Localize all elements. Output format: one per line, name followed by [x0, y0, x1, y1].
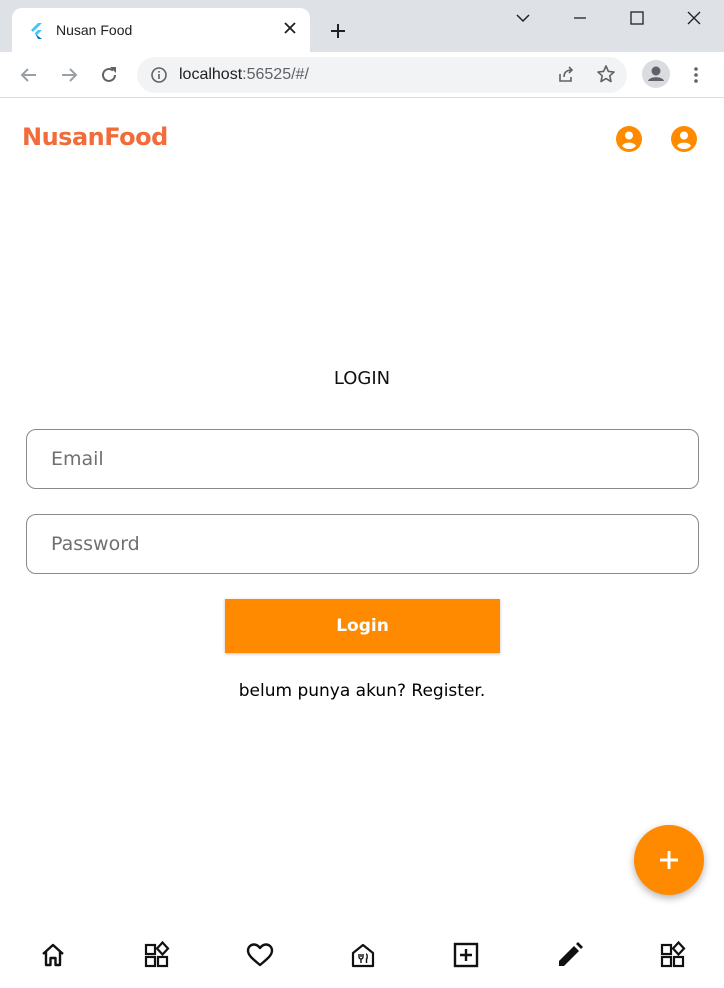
minimize-icon[interactable]	[570, 8, 590, 28]
category-icon[interactable]	[658, 940, 688, 970]
category-icon[interactable]	[142, 940, 172, 970]
tab-search-icon[interactable]	[513, 8, 533, 28]
browser-tabstrip: Nusan Food	[0, 0, 724, 52]
browser-tab[interactable]: Nusan Food	[12, 8, 310, 52]
close-tab-icon[interactable]	[282, 20, 298, 36]
register-link[interactable]: belum punya akun? Register.	[0, 681, 724, 701]
share-icon[interactable]	[556, 65, 576, 85]
bookmark-star-icon[interactable]	[596, 64, 616, 84]
back-icon[interactable]	[18, 64, 40, 86]
new-tab-icon[interactable]	[326, 19, 350, 43]
url-text[interactable]: localhost:56525/#/	[179, 66, 309, 84]
bottom-navigation	[0, 928, 724, 988]
restaurant-icon[interactable]	[348, 940, 378, 970]
app-container: NusanFood LOGIN Login belum punya akun? …	[0, 98, 724, 988]
edit-icon[interactable]	[555, 940, 585, 970]
site-info-icon[interactable]	[150, 66, 168, 84]
tab-title: Nusan Food	[56, 22, 133, 38]
add-fab-button[interactable]	[634, 825, 704, 895]
heart-icon[interactable]	[245, 940, 275, 970]
plus-icon	[660, 851, 678, 869]
password-field[interactable]	[26, 514, 699, 574]
forward-icon[interactable]	[58, 64, 80, 86]
email-field[interactable]	[26, 429, 699, 489]
address-bar[interactable]: localhost:56525/#/	[137, 57, 627, 93]
window-close-icon[interactable]	[684, 8, 704, 28]
browser-menu-icon[interactable]	[685, 64, 707, 86]
profile-avatar[interactable]	[642, 60, 670, 88]
account-circle-icon[interactable]	[615, 125, 643, 153]
flutter-logo-icon	[31, 23, 42, 39]
app-logo: NusanFood	[22, 123, 168, 151]
account-circle-icon[interactable]	[670, 125, 698, 153]
maximize-icon[interactable]	[627, 8, 647, 28]
person-icon	[648, 66, 664, 81]
login-button[interactable]: Login	[225, 599, 500, 653]
browser-toolbar: localhost:56525/#/	[0, 52, 724, 98]
home-icon[interactable]	[38, 940, 68, 970]
reload-icon[interactable]	[98, 64, 120, 86]
password-input[interactable]	[27, 515, 698, 573]
email-input[interactable]	[27, 430, 698, 488]
add-box-icon[interactable]	[451, 940, 481, 970]
login-title: LOGIN	[333, 368, 391, 389]
